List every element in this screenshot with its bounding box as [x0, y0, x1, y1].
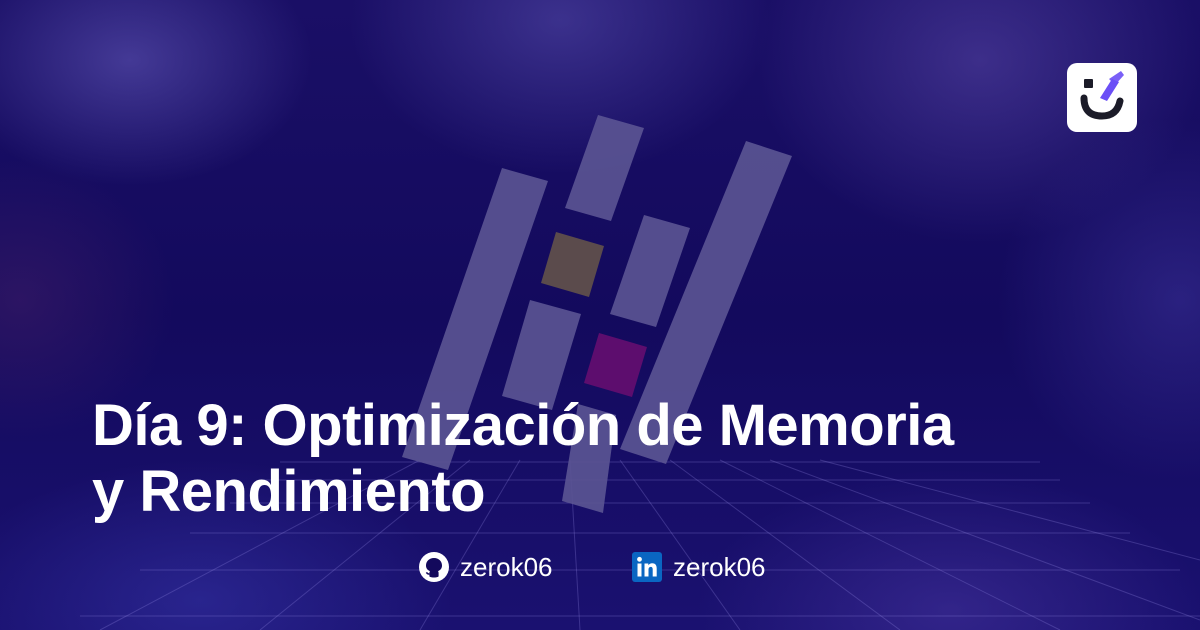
logo-square-purple	[584, 333, 647, 397]
checkmark-smile-icon	[1080, 71, 1124, 120]
linkedin-link[interactable]: zerok06	[631, 548, 766, 586]
github-handle: zerok06	[460, 551, 553, 582]
logo-square-brown	[541, 232, 604, 297]
title-line-1: Día 9: Optimización de Memoria	[92, 393, 954, 458]
github-icon	[418, 551, 450, 583]
page-title: Día 9: Optimización de Memoria y Rendimi…	[92, 393, 1152, 525]
brand-logo[interactable]	[1067, 63, 1137, 132]
linkedin-handle: zerok06	[673, 551, 766, 582]
title-line-2: y Rendimiento	[92, 459, 486, 524]
framework-logo-art	[402, 115, 792, 513]
linkedin-icon	[631, 551, 663, 583]
github-link[interactable]: zerok06	[418, 548, 553, 586]
